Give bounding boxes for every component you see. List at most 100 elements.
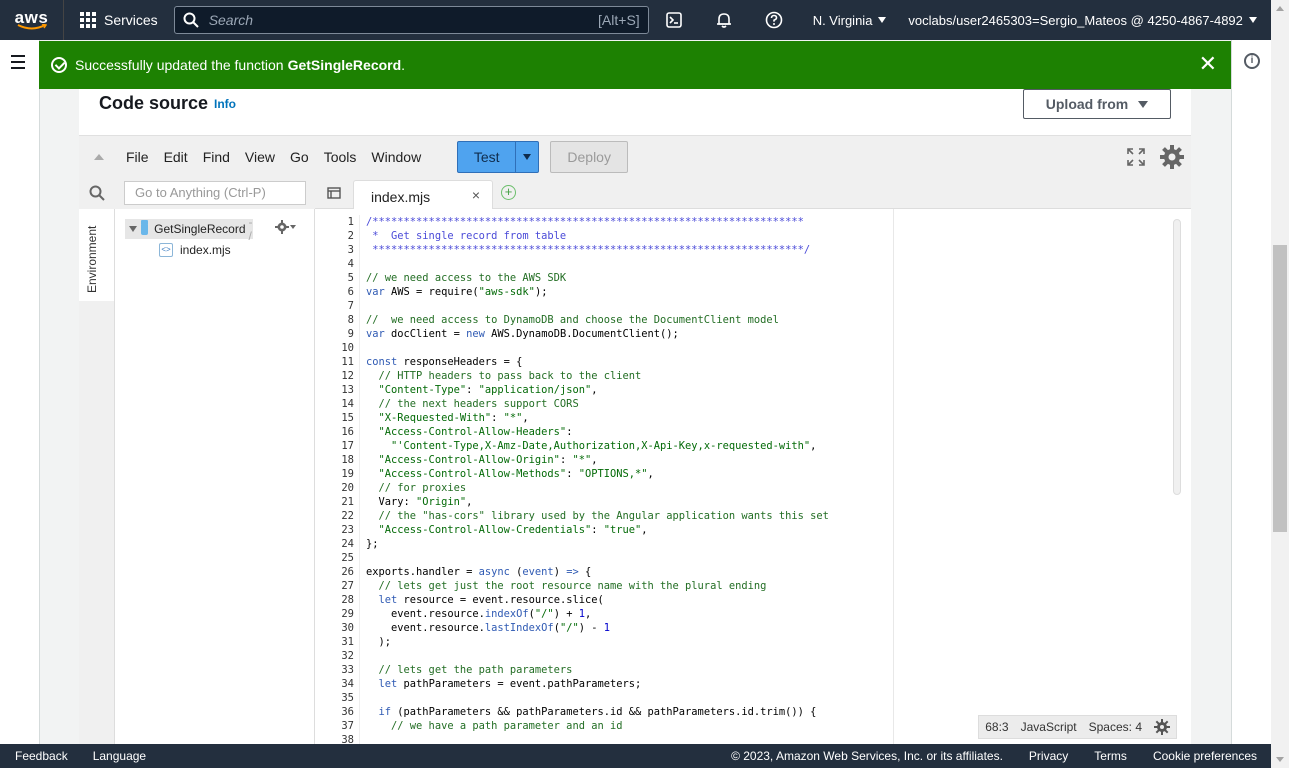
code-line[interactable]: // we have a path parameter and an id — [366, 719, 892, 733]
services-label: Services — [104, 12, 158, 28]
environment-tab[interactable]: Environment — [79, 209, 115, 301]
page-scrollbar[interactable] — [1271, 0, 1289, 768]
aws-logo[interactable]: aws — [0, 0, 64, 40]
deploy-button[interactable]: Deploy — [550, 140, 629, 173]
code-line[interactable] — [366, 551, 892, 565]
goto-anything-input[interactable]: Go to Anything (Ctrl-P) — [124, 181, 306, 205]
menu-file[interactable]: File — [120, 149, 158, 165]
editor-scrollbar[interactable] — [1173, 219, 1181, 495]
privacy-link[interactable]: Privacy — [1029, 749, 1068, 763]
code-line[interactable]: ); — [366, 635, 892, 649]
tree-settings-button[interactable] — [275, 220, 296, 234]
tab-list-icon[interactable] — [327, 187, 341, 199]
close-icon[interactable]: ✕ — [1199, 53, 1217, 75]
code-line[interactable]: "Access-Control-Allow-Methods": "OPTIONS… — [366, 467, 892, 481]
code-line[interactable]: // lets get the path parameters — [366, 663, 892, 677]
menu-tools[interactable]: Tools — [318, 149, 366, 165]
code-line[interactable]: ****************************************… — [366, 243, 892, 257]
code-line[interactable]: // HTTP headers to pass back to the clie… — [366, 369, 892, 383]
tab-index-mjs[interactable]: index.mjs × — [353, 180, 493, 209]
menu-window[interactable]: Window — [365, 149, 430, 165]
info-icon[interactable]: i — [1244, 53, 1260, 69]
code-line[interactable]: event.resource.indexOf("/") + 1, — [366, 607, 892, 621]
chevron-down-icon — [1138, 100, 1149, 108]
code-editor[interactable]: 1 2 3 4 5 6 7 8 9 10 11 12 13 14 15 16 17 18 19 20 21 22 23 24 2… — [315, 209, 1191, 747]
code-line[interactable]: "Access-Control-Allow-Headers": — [366, 425, 892, 439]
test-button[interactable]: Test — [458, 141, 517, 172]
tree-folder-getsinglerecord[interactable]: GetSingleRecord - / — [125, 215, 253, 243]
account-menu[interactable]: voclabs/user2465303=Sergio_Mateos @ 4250… — [900, 13, 1264, 28]
code-line[interactable] — [366, 341, 892, 355]
gear-icon[interactable] — [1154, 719, 1170, 735]
code-line[interactable]: "'Content-Type,X-Amz-Date,Authorization,… — [366, 439, 892, 453]
code-line[interactable]: var docClient = new AWS.DynamoDB.Documen… — [366, 327, 892, 341]
code-line[interactable]: * Get single record from table — [366, 229, 892, 243]
notifications-button[interactable] — [699, 0, 749, 40]
services-menu[interactable]: Services — [64, 0, 174, 40]
collapse-toolbar-icon[interactable] — [94, 153, 104, 160]
code-content[interactable]: /***************************************… — [366, 215, 892, 744]
language-mode[interactable]: JavaScript — [1021, 720, 1077, 734]
fullscreen-icon[interactable] — [1127, 148, 1145, 166]
code-token: "Access-Control-Allow-Headers" — [378, 426, 567, 438]
indent-setting[interactable]: Spaces: 4 — [1089, 720, 1142, 734]
code-line[interactable]: if (pathParameters && pathParameters.id … — [366, 705, 892, 719]
code-line[interactable] — [366, 257, 892, 271]
menu-edit[interactable]: Edit — [158, 149, 197, 165]
test-dropdown-button[interactable] — [516, 142, 538, 172]
line-number: 22 — [341, 510, 354, 522]
terms-link[interactable]: Terms — [1094, 749, 1127, 763]
code-line[interactable]: event.resource.lastIndexOf("/") - 1 — [366, 621, 892, 635]
line-number-gutter: 1 2 3 4 5 6 7 8 9 10 11 12 13 14 15 16 17 18 19 20 21 22 23 24 2… — [315, 215, 354, 747]
code-line[interactable]: // we need access to DynamoDB and choose… — [366, 313, 892, 327]
upload-from-button[interactable]: Upload from — [1023, 89, 1171, 119]
gear-icon[interactable] — [1159, 144, 1185, 170]
code-line[interactable]: // we need access to the AWS SDK — [366, 271, 892, 285]
code-line[interactable]: }; — [366, 537, 892, 551]
code-line[interactable]: let pathParameters = event.pathParameter… — [366, 677, 892, 691]
menu-go[interactable]: Go — [284, 149, 318, 165]
code-line[interactable] — [366, 299, 892, 313]
code-line[interactable]: "Access-Control-Allow-Origin": "*", — [366, 453, 892, 467]
code-line[interactable]: // lets get just the root resource name … — [366, 579, 892, 593]
code-line[interactable]: var AWS = require("aws-sdk"); — [366, 285, 892, 299]
code-line[interactable]: const responseHeaders = { — [366, 355, 892, 369]
code-line[interactable]: // the next headers support CORS — [366, 397, 892, 411]
line-number: 31 — [341, 636, 354, 648]
code-line[interactable]: "X-Requested-With": "*", — [366, 411, 892, 425]
help-button[interactable] — [749, 0, 799, 40]
code-line[interactable] — [366, 649, 892, 663]
region-selector[interactable]: N. Virginia — [799, 13, 901, 28]
cookie-preferences-link[interactable]: Cookie preferences — [1153, 749, 1257, 763]
code-line[interactable]: "Access-Control-Allow-Credentials": "tru… — [366, 523, 892, 537]
add-tab-icon[interactable]: + — [501, 185, 516, 200]
code-line[interactable]: /***************************************… — [366, 215, 892, 229]
scroll-down-icon[interactable] — [1276, 757, 1284, 762]
expand-triangle-icon[interactable] — [129, 226, 137, 232]
tree-file-index-mjs[interactable]: <> index.mjs — [159, 243, 231, 257]
menu-view[interactable]: View — [239, 149, 284, 165]
code-line[interactable] — [366, 691, 892, 705]
scrollbar-thumb[interactable] — [1273, 245, 1287, 532]
language-link[interactable]: Language — [93, 749, 146, 763]
search-input[interactable]: Search [Alt+S] — [173, 6, 649, 34]
menu-icon[interactable] — [11, 55, 25, 73]
code-line[interactable]: exports.handler = async (event) => { — [366, 565, 892, 579]
cloudshell-button[interactable] — [649, 0, 699, 40]
menu-find[interactable]: Find — [197, 149, 239, 165]
cursor-position[interactable]: 68:3 — [985, 720, 1008, 734]
code-line[interactable]: "Content-Type": "application/json", — [366, 383, 892, 397]
line-number: 4 — [347, 258, 354, 270]
code-line[interactable]: let resource = event.resource.slice( — [366, 593, 892, 607]
code-line[interactable]: // the "has-cors" library used by the An… — [366, 509, 892, 523]
code-line[interactable]: Vary: "Origin", — [366, 495, 892, 509]
close-tab-icon[interactable]: × — [472, 187, 480, 203]
scroll-up-icon[interactable] — [1276, 6, 1284, 11]
feedback-link[interactable]: Feedback — [15, 749, 68, 763]
code-line[interactable]: // for proxies — [366, 481, 892, 495]
info-link[interactable]: Info — [214, 97, 236, 111]
line-number: 1 — [347, 216, 354, 228]
code-line[interactable] — [366, 733, 892, 744]
line-number: 26 — [341, 566, 354, 578]
